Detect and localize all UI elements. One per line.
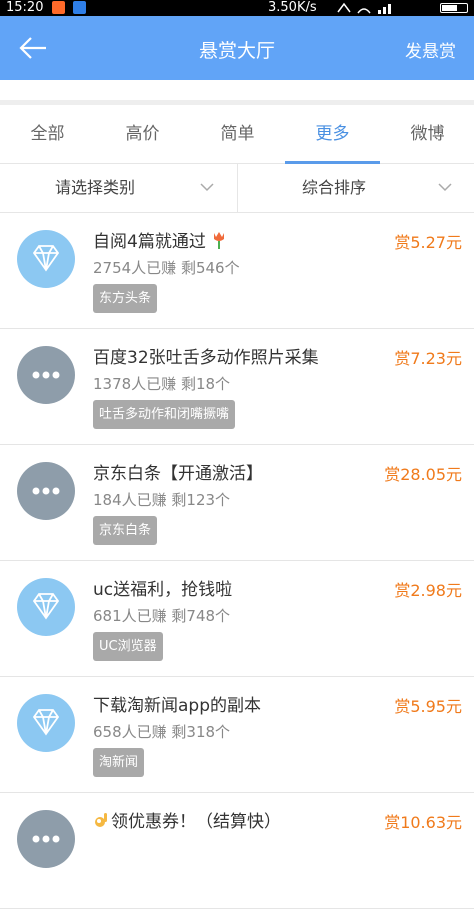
status-bar: 15:20 3.50K/s — [0, 0, 474, 16]
task-item[interactable]: 京东白条【开通激活】 184人已赚 剩123个 京东白条 赏28.05元 — [0, 445, 474, 561]
task-item[interactable]: 下载淘新闻app的副本 658人已赚 剩318个 淘新闻 赏5.95元 — [0, 677, 474, 793]
task-title: 领优惠券！（结算快） — [93, 807, 281, 832]
task-tag: 东方头条 — [93, 284, 158, 313]
diamond-icon — [17, 694, 75, 752]
filter-divider — [237, 164, 238, 212]
filter-bar: 请选择类别 综合排序 — [0, 164, 474, 213]
task-reward: 赏28.05元 — [384, 465, 462, 484]
task-stats: 2754人已赚 剩546个 — [93, 259, 240, 277]
task-tag: 吐舌多动作和闭嘴撅嘴 — [93, 400, 236, 429]
task-title: 下载淘新闻app的副本 — [93, 696, 261, 716]
more-dots-icon — [17, 810, 75, 868]
task-tag: 京东白条 — [93, 516, 158, 545]
post-bounty-button[interactable]: 发悬赏 — [405, 37, 456, 62]
tulip-icon — [214, 232, 225, 249]
app-header: 悬赏大厅 发悬赏 — [0, 16, 474, 80]
tab-simple[interactable]: 简单 — [190, 105, 285, 163]
diamond-icon — [17, 578, 75, 636]
category-select[interactable]: 请选择类别 — [55, 164, 237, 212]
task-item[interactable]: 领优惠券！（结算快） 赏10.63元 — [0, 793, 474, 909]
task-item[interactable]: 自阅4篇就通过 2754人已赚 剩546个 东方头条 赏5.27元 — [0, 213, 474, 329]
task-reward: 赏10.63元 — [384, 813, 462, 832]
task-tag: 淘新闻 — [93, 748, 145, 777]
task-title: 京东白条【开通激活】 — [93, 464, 263, 484]
task-stats: 184人已赚 剩123个 — [93, 491, 231, 509]
task-item[interactable]: 百度32张吐舌多动作照片采集 1378人已赚 剩18个 吐舌多动作和闭嘴撅嘴 赏… — [0, 329, 474, 445]
sort-select[interactable]: 综合排序 — [302, 164, 474, 212]
chevron-down-icon — [200, 183, 214, 192]
tab-high-price[interactable]: 高价 — [95, 105, 190, 163]
more-dots-icon — [17, 346, 75, 404]
signal-icons — [337, 2, 391, 14]
task-stats: 681人已赚 剩748个 — [93, 607, 231, 625]
task-title: 自阅4篇就通过 — [93, 227, 227, 252]
task-tag: UC浏览器 — [93, 632, 163, 661]
app-notification-icon — [52, 1, 65, 14]
page-title: 悬赏大厅 — [198, 40, 275, 62]
task-item[interactable]: uc送福利，抢钱啦 681人已赚 剩748个 UC浏览器 赏2.98元 — [0, 561, 474, 677]
task-reward: 赏2.98元 — [394, 581, 462, 600]
task-title: uc送福利，抢钱啦 — [93, 580, 233, 600]
shield-notification-icon — [73, 1, 86, 14]
task-reward: 赏5.95元 — [394, 697, 462, 716]
battery-icon — [440, 3, 468, 13]
category-tabs: 全部 高价 简单 更多 微博 — [0, 105, 474, 164]
network-speed: 3.50K/s — [268, 0, 317, 15]
chevron-down-icon — [438, 183, 452, 192]
diamond-icon — [17, 230, 75, 288]
task-stats: 658人已赚 剩318个 — [93, 723, 231, 741]
task-reward: 赏7.23元 — [394, 349, 462, 368]
more-dots-icon — [17, 462, 75, 520]
ok-hand-icon — [95, 813, 107, 827]
task-reward: 赏5.27元 — [394, 233, 462, 252]
tab-more[interactable]: 更多 — [285, 105, 380, 164]
tab-weibo[interactable]: 微博 — [380, 105, 474, 163]
task-stats: 1378人已赚 剩18个 — [93, 375, 231, 393]
task-title: 百度32张吐舌多动作照片采集 — [93, 348, 319, 368]
task-list: 自阅4篇就通过 2754人已赚 剩546个 东方头条 赏5.27元 百度32张吐… — [0, 213, 474, 909]
status-time: 15:20 — [6, 0, 44, 15]
tab-all[interactable]: 全部 — [0, 105, 95, 163]
